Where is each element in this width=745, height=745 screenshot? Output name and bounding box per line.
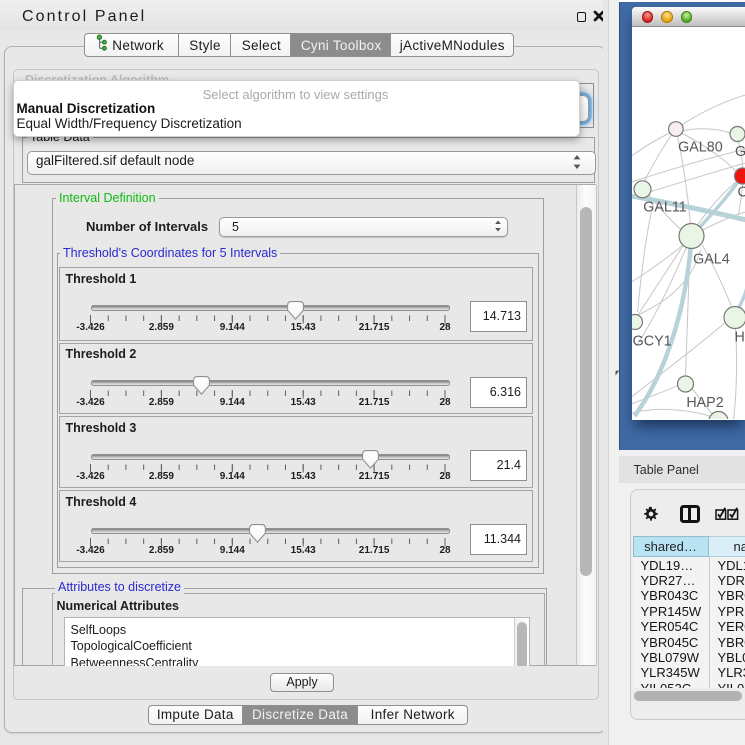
svg-text:GCY1: GCY1 (632, 334, 671, 350)
svg-text:CY: CY (737, 185, 745, 201)
svg-text:GAL80: GAL80 (678, 140, 723, 156)
svg-text:GAL4: GAL4 (693, 252, 730, 268)
svg-text:GAL2: GAL2 (735, 144, 745, 160)
svg-text:H: H (734, 330, 744, 346)
svg-text:HAP2: HAP2 (686, 395, 723, 411)
svg-text:GAL11: GAL11 (643, 200, 686, 216)
